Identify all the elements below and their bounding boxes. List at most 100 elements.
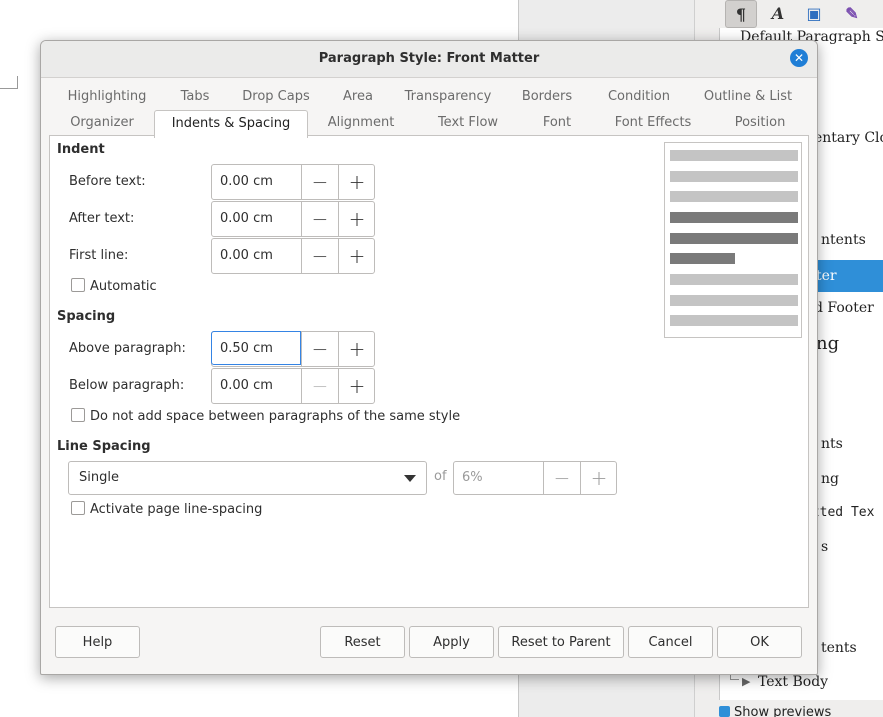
tab-drop-caps[interactable]: Drop Caps [234,84,318,110]
decrease-button[interactable]: − [301,165,338,199]
preview-line-current [670,253,735,264]
tab-font[interactable]: Font [532,110,582,136]
tab-outline-list[interactable]: Outline & List [697,84,799,110]
increase-button[interactable]: + [580,462,617,494]
indent-section-title: Indent [57,142,105,157]
automatic-checkbox[interactable]: Automatic [71,278,157,294]
help-button[interactable]: Help [55,626,140,658]
above-paragraph-input[interactable]: 0.50 cm [211,331,301,365]
tab-row-2: Organizer Indents & Spacing Alignment Te… [49,110,809,138]
paragraph-preview [664,142,802,338]
minus-icon: − [311,244,329,268]
first-line-input[interactable]: 0.00 cm [212,239,300,273]
minus-icon: − [311,207,329,231]
plus-icon: + [348,170,366,194]
plus-icon: + [348,244,366,268]
minus-icon: − [311,337,329,361]
preview-line [670,171,798,182]
minus-icon: − [311,170,329,194]
above-paragraph-stepper: 0.50 cm − + [211,331,375,367]
page-styles-icon[interactable]: ✎ [837,0,867,26]
page-line-spacing-label: Activate page line-spacing [90,502,263,517]
indents-spacing-panel: Indent Before text: 0.00 cm − + After te… [49,135,809,608]
plus-icon: + [348,337,366,361]
of-label: of [434,469,447,484]
preview-line [670,295,798,306]
spacing-section-title: Spacing [57,309,116,324]
decrease-button[interactable]: − [301,239,338,273]
tab-transparency[interactable]: Transparency [399,84,497,110]
show-previews-checkbox[interactable]: Show previews [719,706,831,717]
character-styles-icon[interactable]: A [763,0,793,26]
preview-line [670,274,798,285]
preview-line [670,191,798,202]
tab-row-1: Highlighting Tabs Drop Caps Area Transpa… [49,84,809,110]
dialog-titlebar[interactable]: Paragraph Style: Front Matter ✕ [41,41,817,78]
tab-area[interactable]: Area [337,84,379,110]
tab-highlighting[interactable]: Highlighting [59,84,155,110]
after-text-label: After text: [69,211,135,226]
checkbox-box [71,501,85,515]
tab-position[interactable]: Position [724,110,796,136]
decrease-button[interactable]: − [301,332,338,366]
increase-button[interactable]: + [338,165,375,199]
paragraph-style-dialog: Paragraph Style: Front Matter ✕ Highligh… [40,40,818,675]
line-spacing-section-title: Line Spacing [57,439,151,454]
decrease-button[interactable]: − [543,462,580,494]
preview-line-current [670,233,798,244]
chevron-down-icon [404,475,416,482]
reset-button[interactable]: Reset [320,626,405,658]
ok-button[interactable]: OK [717,626,802,658]
after-text-input[interactable]: 0.00 cm [212,202,300,236]
minus-icon: − [311,374,329,398]
plus-icon: + [348,374,366,398]
before-text-stepper: 0.00 cm − + [211,164,375,200]
increase-button[interactable]: + [338,369,375,403]
tab-text-flow[interactable]: Text Flow [426,110,510,136]
line-spacing-select[interactable]: Single [68,461,427,495]
checkbox-checked-icon [719,706,730,717]
plus-icon: + [348,207,366,231]
tab-condition[interactable]: Condition [599,84,679,110]
above-paragraph-label: Above paragraph: [69,341,186,356]
frame-styles-icon[interactable]: ▣ [799,0,829,26]
line-spacing-of-input[interactable]: 6% [454,462,542,494]
tab-alignment[interactable]: Alignment [319,110,403,136]
preview-line [670,150,798,161]
before-text-input[interactable]: 0.00 cm [212,165,300,199]
tab-tabs[interactable]: Tabs [173,84,217,110]
before-text-label: Before text: [69,174,146,189]
text-boundary-corner [0,76,18,89]
reset-to-parent-button[interactable]: Reset to Parent [498,626,624,658]
no-space-same-style-checkbox[interactable]: Do not add space between paragraphs of t… [71,408,460,424]
below-paragraph-label: Below paragraph: [69,378,185,393]
after-text-stepper: 0.00 cm − + [211,201,375,237]
no-space-same-style-label: Do not add space between paragraphs of t… [90,409,461,424]
checkbox-box [71,408,85,422]
tab-borders[interactable]: Borders [516,84,578,110]
first-line-stepper: 0.00 cm − + [211,238,375,274]
close-button[interactable]: ✕ [790,49,808,67]
checkbox-box [71,278,85,292]
line-spacing-value: Single [79,470,119,485]
preview-line [670,315,798,326]
dialog-title: Paragraph Style: Front Matter [318,51,540,66]
tab-organizer[interactable]: Organizer [59,110,145,136]
cancel-button[interactable]: Cancel [628,626,713,658]
minus-icon: − [553,466,571,490]
increase-button[interactable]: + [338,202,375,236]
tab-indents-spacing[interactable]: Indents & Spacing [154,110,308,138]
paragraph-styles-icon[interactable]: ¶ [725,0,757,28]
below-paragraph-input[interactable]: 0.00 cm [212,369,300,403]
preview-line-current [670,212,798,223]
increase-button[interactable]: + [338,239,375,273]
decrease-button[interactable]: − [301,369,338,403]
plus-icon: + [590,466,608,490]
first-line-label: First line: [69,248,129,263]
increase-button[interactable]: + [338,332,375,366]
tab-font-effects[interactable]: Font Effects [605,110,701,136]
decrease-button[interactable]: − [301,202,338,236]
automatic-label: Automatic [90,279,157,294]
page-line-spacing-checkbox[interactable]: Activate page line-spacing [71,501,262,517]
apply-button[interactable]: Apply [409,626,494,658]
